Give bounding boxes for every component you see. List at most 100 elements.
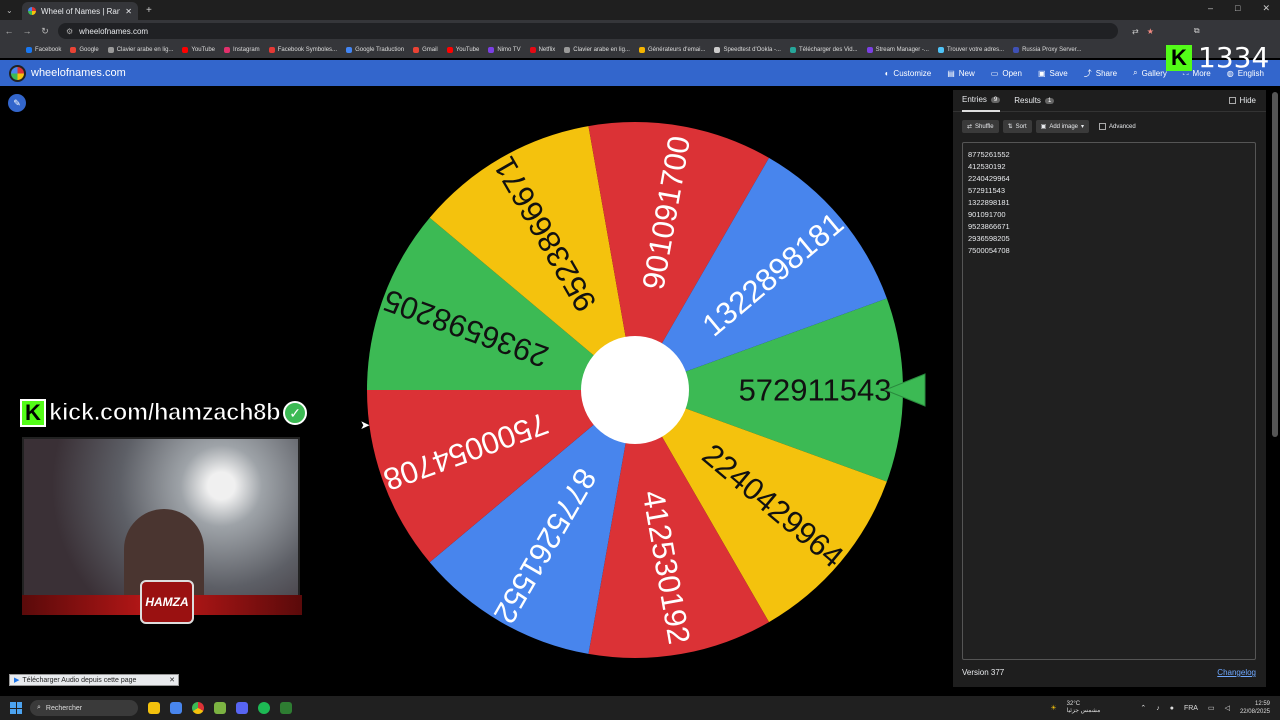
volume-icon[interactable]: ◁ xyxy=(1225,704,1230,712)
shuffle-button[interactable]: ⇄ Shuffle xyxy=(962,120,999,133)
language-indicator[interactable]: FRA xyxy=(1184,705,1198,712)
bookmark-item[interactable]: Générateurs d'emai... xyxy=(638,47,705,53)
clock[interactable]: 12:59 22/08/2025 xyxy=(1240,700,1270,716)
bookmark-item[interactable]: Google Traduction xyxy=(346,47,404,53)
reload-icon[interactable]: ↻ xyxy=(36,26,54,37)
entries-panel: Entries 9 Results 1 Hide ⇄ Shuffle ⇅ Sort … xyxy=(953,90,1266,687)
tab-results[interactable]: Results 1 xyxy=(1014,90,1055,112)
bookmark-label: Netflix xyxy=(538,47,556,53)
close-tab-icon[interactable]: ✕ xyxy=(125,7,132,16)
kick-logo-icon: K xyxy=(20,399,46,427)
translate-icon[interactable]: ⇄ xyxy=(1132,27,1139,36)
discord-icon[interactable] xyxy=(236,702,248,714)
extensions-icon[interactable]: ⧉ xyxy=(1194,26,1200,36)
menu-share-button[interactable]: ⤴ Share xyxy=(1084,68,1117,79)
forward-icon[interactable]: → xyxy=(18,26,36,36)
bookmark-label: Clavier arabe en lig... xyxy=(573,47,630,53)
bookmark-item[interactable]: Nimo TV xyxy=(488,47,521,53)
menu-open-button[interactable]: ▭ Open xyxy=(991,69,1022,78)
bookmark-item[interactable]: Clavier arabe en lig... xyxy=(564,47,630,53)
maximize-icon[interactable]: □ xyxy=(1235,3,1240,14)
bookmark-item[interactable]: Speedtest d'Ookla -... xyxy=(714,47,781,53)
changelog-link[interactable]: Changelog xyxy=(1217,668,1256,677)
entries-textarea[interactable]: 8775261552 412530192 2240429964 572911543 13… xyxy=(962,142,1256,660)
back-icon[interactable]: ← xyxy=(0,26,18,36)
entry-line[interactable]: 1322898181 xyxy=(968,197,1250,209)
menu-save-button[interactable]: ▣ Save xyxy=(1038,69,1068,78)
menu-customize-button[interactable]: ◐ Customize xyxy=(885,69,932,78)
entry-line[interactable]: 901091700 xyxy=(968,209,1250,221)
entry-line[interactable]: 9523866671 xyxy=(968,221,1250,233)
taskbar-search[interactable]: ⌕ Rechercher xyxy=(30,700,138,716)
bookmark-item[interactable]: Stream Manager -... xyxy=(866,47,929,53)
hide-toggle[interactable]: Hide xyxy=(1228,96,1256,105)
bookmark-item[interactable]: Netflix xyxy=(529,47,556,53)
bookmark-item[interactable]: Google xyxy=(70,47,99,53)
site-info-icon[interactable]: ⚙ xyxy=(66,27,73,36)
play-icon: ▶ xyxy=(14,677,20,684)
obs-icon[interactable] xyxy=(280,702,292,714)
mail-icon[interactable] xyxy=(170,702,182,714)
spotify-icon[interactable] xyxy=(258,702,270,714)
wheel[interactable]: 572911543 2240429964 412530192 8775261552 75… xyxy=(367,121,927,672)
wheel-svg[interactable]: 5729115432240429964412530192877526155275… xyxy=(367,121,927,667)
page-scrollbar[interactable] xyxy=(1272,92,1278,437)
bookmark-favicon-icon xyxy=(866,47,873,53)
bookmark-item[interactable]: Instagram xyxy=(224,47,260,53)
bookmark-item[interactable]: Clavier arabe en lig... xyxy=(107,47,173,53)
chrome-icon[interactable] xyxy=(192,702,204,714)
menu-new-button[interactable]: ▤ New xyxy=(947,69,975,78)
entry-line[interactable]: 572911543 xyxy=(968,185,1250,197)
wheel-logo-icon[interactable] xyxy=(9,64,26,82)
file-explorer-icon[interactable] xyxy=(148,702,160,714)
entry-line[interactable]: 412530192 xyxy=(968,161,1250,173)
edit-pencil-icon[interactable]: ✎ xyxy=(8,94,26,112)
app-icon[interactable] xyxy=(214,702,226,714)
sort-button[interactable]: ⇅ Sort xyxy=(1002,120,1032,133)
tab-menu-icon[interactable]: ⌄ xyxy=(6,6,13,15)
bookmark-favicon-icon xyxy=(70,47,77,53)
bookmark-item[interactable]: Trouver votre adres... xyxy=(937,47,1004,53)
tab-entries[interactable]: Entries 9 xyxy=(962,90,1001,112)
browser-tab-bar: ⌄ Wheel of Names | Random ✕ + – □ ✕ xyxy=(0,0,1280,20)
advanced-checkbox[interactable] xyxy=(1099,123,1107,130)
close-window-icon[interactable]: ✕ xyxy=(1262,3,1270,14)
tray-chevron-icon[interactable]: ⌃ xyxy=(1140,704,1146,712)
version-label: Version 377 xyxy=(962,668,1005,677)
bookmark-favicon-icon xyxy=(268,47,275,53)
download-audio-bar[interactable]: ▶ Télécharger Audio depuis cette page ✕ xyxy=(9,674,179,686)
entries-count-badge: 9 xyxy=(990,96,1001,103)
bookmark-label: YouTube xyxy=(191,47,215,53)
url-input[interactable]: ⚙ wheelofnames.com xyxy=(58,23,1118,39)
menu-gallery-button[interactable]: ⌕ Gallery xyxy=(1133,68,1167,78)
network-icon[interactable]: ▭ xyxy=(1208,704,1215,712)
site-name[interactable]: wheelofnames.com xyxy=(31,67,126,79)
minimize-icon[interactable]: – xyxy=(1208,3,1213,14)
windows-start-icon[interactable] xyxy=(10,702,22,714)
add-image-button[interactable]: ▣ Add image ▾ xyxy=(1035,120,1090,133)
weather-icon[interactable]: ☀ xyxy=(1050,704,1056,712)
bookmark-label: Stream Manager -... xyxy=(875,47,929,53)
advanced-toggle[interactable]: Advanced xyxy=(1099,123,1136,130)
bookmark-item[interactable]: Télécharger des Vid... xyxy=(789,47,858,53)
bookmark-star-icon[interactable]: ★ xyxy=(1147,27,1154,36)
new-tab-icon[interactable]: + xyxy=(146,5,152,16)
bookmark-item[interactable]: YouTube xyxy=(182,47,215,53)
bookmark-item[interactable]: Facebook Symboles... xyxy=(268,47,337,53)
wheel-center-button[interactable] xyxy=(581,336,689,444)
mic-icon[interactable]: ● xyxy=(1170,705,1174,712)
speaker-icon[interactable]: ♪ xyxy=(1156,705,1160,712)
hide-checkbox[interactable] xyxy=(1228,97,1236,104)
bookmark-item[interactable]: Facebook xyxy=(26,47,61,53)
close-icon[interactable]: ✕ xyxy=(169,676,175,684)
entry-line[interactable]: 2240429964 xyxy=(968,173,1250,185)
bookmark-item[interactable]: Gmail xyxy=(413,47,438,53)
entry-line[interactable]: 7500054708 xyxy=(968,245,1250,257)
browser-tab[interactable]: Wheel of Names | Random ✕ xyxy=(22,2,138,20)
bookmark-item[interactable]: YouTube xyxy=(446,47,479,53)
entry-line[interactable]: 2936598205 xyxy=(968,233,1250,245)
entry-line[interactable]: 8775261552 xyxy=(968,149,1250,161)
bookmark-item[interactable]: Russia Proxy Server... xyxy=(1013,47,1081,53)
kick-count: 1334 xyxy=(1198,41,1270,74)
weather-widget[interactable]: 32°C مشمس جزئيا xyxy=(1067,701,1101,715)
